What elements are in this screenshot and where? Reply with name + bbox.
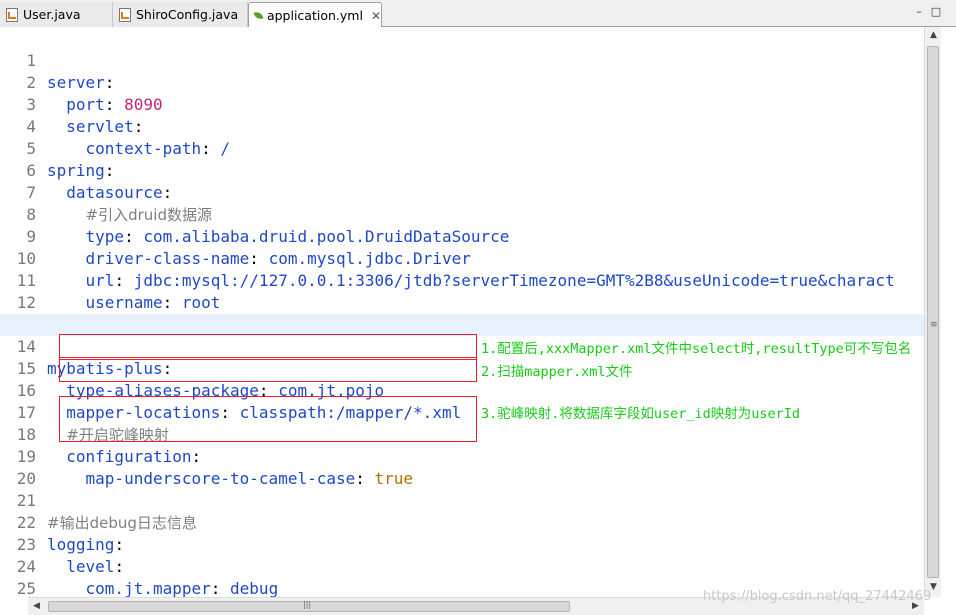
close-tab-icon[interactable]: ✕: [371, 9, 381, 23]
code-line-current: 14 mybatis-plus:: [0, 314, 924, 378]
annotation-text: 3.驼峰映射.将数据库字段如user_id映射为userId: [481, 406, 801, 422]
tab-label: ShiroConfig.java: [136, 7, 239, 22]
vertical-scrollbar[interactable]: ▲ ≡ ▼: [924, 27, 941, 597]
grip-icon: ≡: [930, 320, 938, 330]
tab-application-yml[interactable]: application.yml ✕: [248, 2, 382, 28]
code-line: 1 server:: [0, 28, 924, 92]
minimize-button[interactable]: –: [913, 6, 925, 18]
spring-leaf-icon: [253, 9, 264, 22]
editor-tab-bar: User.java ShiroConfig.java application.y…: [0, 0, 956, 28]
code-line: 21 #输出debug日志信息: [0, 468, 924, 532]
code-line: 24 com.jt.mapper: debug: [0, 534, 924, 597]
code-line: 13: [0, 292, 924, 334]
code-line: 11 username: root: [0, 248, 924, 312]
code-line: 7 #引入druid数据源: [0, 160, 924, 224]
highlight-box-configuration: [59, 396, 477, 442]
code-line: 4 context-path: /: [0, 94, 924, 158]
code-line: 2 port: 8090: [0, 50, 924, 114]
code-line: 3 servlet:: [0, 72, 924, 136]
java-file-icon: [119, 7, 131, 22]
tab-label: application.yml: [266, 8, 363, 23]
code-line: 23 level:: [0, 512, 924, 576]
tab-label: User.java: [23, 7, 81, 22]
grip-icon: |||: [303, 600, 312, 609]
horizontal-scroll-thumb[interactable]: |||: [48, 600, 570, 612]
annotation-text: 1.配置后,xxxMapper.xml文件中select时,resultType…: [481, 341, 912, 357]
watermark: https://blog.csdn.net/qq_27442469: [703, 589, 932, 604]
annotation-text: 2.扫描mapper.xml文件: [481, 364, 633, 380]
overview-ruler: [941, 27, 956, 615]
tab-user-java[interactable]: User.java: [0, 2, 113, 27]
code-line: 6 datasource:: [0, 138, 924, 202]
code-line: 20: [0, 446, 924, 488]
code-line: 10 url: jdbc:mysql://127.0.0.1:3306/jtdb…: [0, 226, 924, 290]
code-line: 9 driver-class-name: com.mysql.jdbc.Driv…: [0, 204, 924, 268]
code-line: 22 logging:: [0, 490, 924, 554]
maximize-button[interactable]: □: [930, 6, 942, 18]
code-line: 25: [0, 556, 924, 597]
code-editor[interactable]: 1 server: 2 port: 8090 3 servlet: 4 cont…: [0, 27, 924, 597]
java-file-icon: [6, 7, 18, 22]
code-line: 8 type: com.alibaba.druid.pool.DruidData…: [0, 182, 924, 246]
code-line: 12 password: root: [0, 270, 924, 334]
tab-shiroconfig-java[interactable]: ShiroConfig.java: [113, 2, 248, 27]
scroll-left-icon[interactable]: ◀: [28, 601, 45, 611]
code-line: 5 spring:: [0, 116, 924, 180]
scroll-up-icon[interactable]: ▲: [925, 30, 942, 40]
vertical-scroll-thumb[interactable]: ≡: [927, 46, 939, 578]
highlight-box-mapper-locations: [59, 357, 477, 382]
